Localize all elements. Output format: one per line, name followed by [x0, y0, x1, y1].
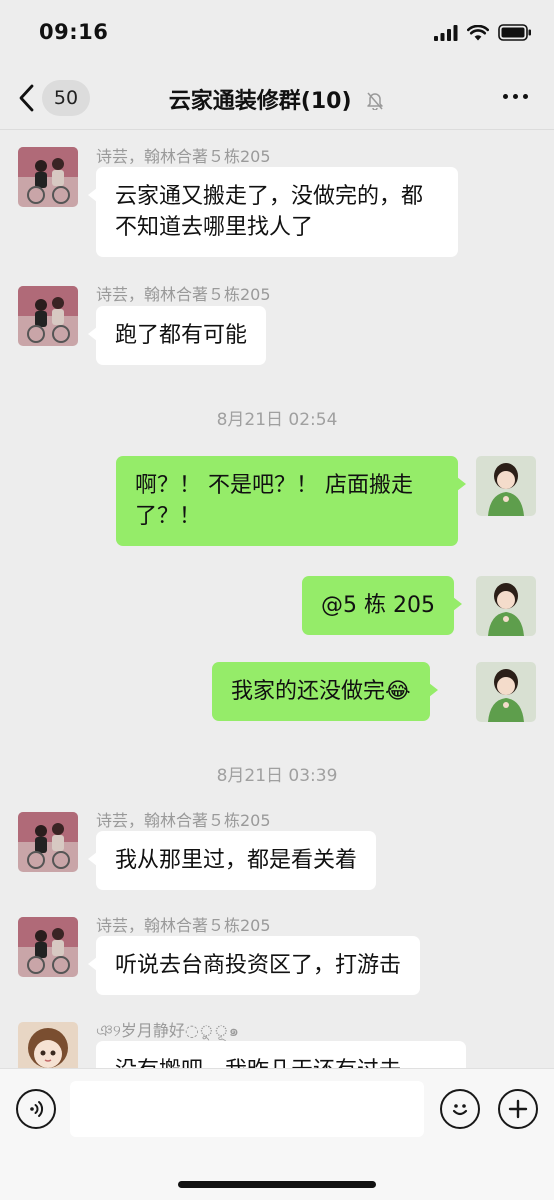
chat-title-text: 云家通装修群(10) — [168, 89, 352, 114]
message-bubble[interactable]: 云家通又搬走了，没做完的，都不知道去哪里找人了 — [88, 167, 458, 257]
chat-header: 50 云家通装修群(10) — [0, 66, 554, 130]
avatar-image — [476, 456, 536, 516]
plus-button[interactable] — [498, 1089, 538, 1129]
emoji-icon — [452, 1104, 468, 1116]
emoji-button[interactable] — [440, 1089, 480, 1129]
avatar-shiyun[interactable] — [18, 917, 78, 977]
voice-button[interactable] — [16, 1089, 56, 1129]
message-bubble[interactable]: 我从那里过，都是看关着 — [87, 831, 377, 890]
avatar-shiyun[interactable] — [18, 147, 78, 207]
avatar-image — [18, 286, 78, 346]
sender-name: 诗芸，翰林合著５栋205 — [96, 916, 271, 935]
avatar-shiyun[interactable] — [18, 812, 78, 872]
plus-icon — [508, 1099, 528, 1119]
avatar-suiyue[interactable] — [18, 1022, 78, 1068]
status-time: 09:16 — [39, 20, 109, 44]
sender-name: 诗芸，翰林合著５栋205 — [96, 285, 271, 304]
bell-off-icon — [367, 92, 383, 110]
status-icons — [434, 24, 532, 41]
voice-icon — [30, 1101, 44, 1117]
avatar-image — [18, 812, 78, 872]
avatar-image — [18, 1022, 78, 1068]
avatar-self[interactable] — [476, 662, 536, 722]
time-divider: 8月21日 03:39 — [216, 766, 338, 786]
avatar-image — [476, 662, 536, 722]
message-bubble[interactable]: 没有搬吧，我昨几天还有过去 — [96, 1041, 466, 1068]
message-input[interactable] — [70, 1081, 424, 1137]
avatar-self[interactable] — [476, 456, 536, 516]
signal-icon — [434, 24, 458, 41]
avatar-image — [18, 917, 78, 977]
chat-title[interactable]: 云家通装修群(10) — [0, 83, 554, 115]
message-bubble[interactable]: 听说去台商投资区了，打游击 — [87, 936, 421, 995]
battery-icon — [498, 24, 531, 41]
chat-message-list[interactable]: 诗芸，翰林合著５栋205 云家通又搬走了，没做完的，都不知道去哪里找人了 诗芸，… — [0, 131, 554, 1068]
avatar-shiyun[interactable] — [18, 286, 78, 346]
message-bubble[interactable]: 跑了都有可能 — [87, 306, 267, 365]
home-indicator — [178, 1181, 376, 1188]
sender-name: 诗芸，翰林合著５栋205 — [96, 147, 271, 166]
avatar-image — [476, 576, 536, 636]
message-bubble[interactable]: @5 栋 205 — [302, 576, 462, 635]
avatar-image — [18, 147, 78, 207]
sender-name: 诗芸，翰林合著５栋205 — [96, 811, 271, 830]
message-bubble[interactable]: 啊？！ 不是吧？！ 店面搬走了？！ — [116, 456, 466, 546]
wifi-icon — [467, 24, 489, 40]
message-bubble[interactable]: 我家的还没做完😂 — [212, 662, 438, 721]
status-bar: 09:16 — [0, 0, 554, 66]
more-dots-icon[interactable] — [503, 94, 528, 99]
time-divider: 8月21日 02:54 — [216, 410, 338, 430]
avatar-self[interactable] — [476, 576, 536, 636]
